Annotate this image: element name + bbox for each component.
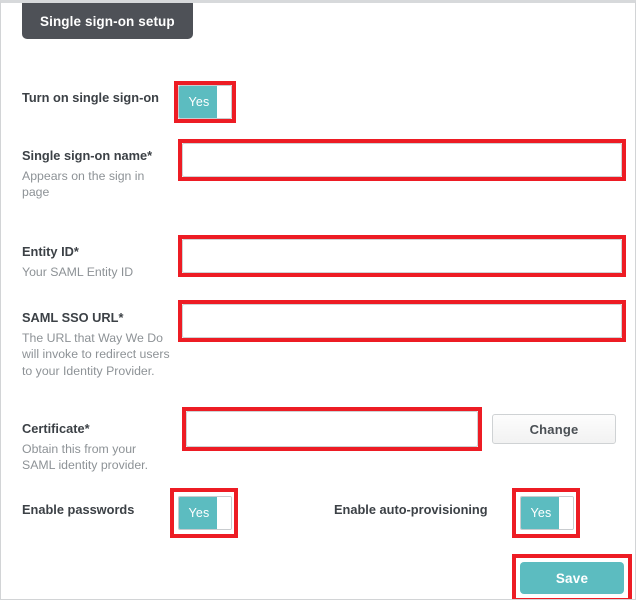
toggle-turn-on-sso-value: Yes xyxy=(179,86,219,118)
label-col-entity-id: Entity ID* Your SAML Entity ID xyxy=(22,244,172,280)
input-certificate[interactable] xyxy=(186,411,478,447)
input-sso-name[interactable] xyxy=(182,143,622,177)
label-enable-auto-provisioning: Enable auto-provisioning xyxy=(334,502,488,517)
toggle-turn-on-sso[interactable]: Yes xyxy=(178,85,232,119)
toggle-knob-icon xyxy=(559,497,573,529)
save-button[interactable]: Save xyxy=(520,562,624,594)
label-certificate: Certificate* xyxy=(22,421,90,436)
label-enable-passwords: Enable passwords xyxy=(22,502,135,517)
toggle-enable-passwords-value: Yes xyxy=(179,497,219,529)
label-sso-name: Single sign-on name* xyxy=(22,148,153,163)
toggle-enable-auto-provisioning-value: Yes xyxy=(521,497,561,529)
hint-certificate: Obtain this from your SAML identity prov… xyxy=(22,441,148,473)
toggle-knob-icon xyxy=(217,497,231,529)
toggle-enable-passwords[interactable]: Yes xyxy=(178,496,232,530)
label-entity-id: Entity ID* xyxy=(22,244,79,259)
hint-saml-sso-url: The URL that Way We Do will invoke to re… xyxy=(22,330,170,378)
label-saml-sso-url: SAML SSO URL* xyxy=(22,310,124,325)
label-col-certificate: Certificate* Obtain this from your SAML … xyxy=(22,421,172,474)
label-col-turn-on-sso: Turn on single sign-on xyxy=(22,90,172,107)
toggle-knob-icon xyxy=(217,86,231,118)
hint-entity-id: Your SAML Entity ID xyxy=(22,264,134,279)
label-col-saml-sso-url: SAML SSO URL* The URL that Way We Do wil… xyxy=(22,310,172,379)
input-saml-sso-url[interactable] xyxy=(182,304,622,338)
change-certificate-button[interactable]: Change xyxy=(492,414,616,444)
sso-settings-form: Turn on single sign-on Yes Single sign-o… xyxy=(1,3,635,599)
single-sign-on-setup-page: Single sign-on setup Turn on single sign… xyxy=(0,0,636,600)
toggle-enable-auto-provisioning[interactable]: Yes xyxy=(520,496,574,530)
input-entity-id[interactable] xyxy=(182,239,622,273)
label-col-sso-name: Single sign-on name* Appears on the sign… xyxy=(22,148,172,201)
hint-sso-name: Appears on the sign in page xyxy=(22,168,145,200)
label-turn-on-sso: Turn on single sign-on xyxy=(22,90,159,105)
